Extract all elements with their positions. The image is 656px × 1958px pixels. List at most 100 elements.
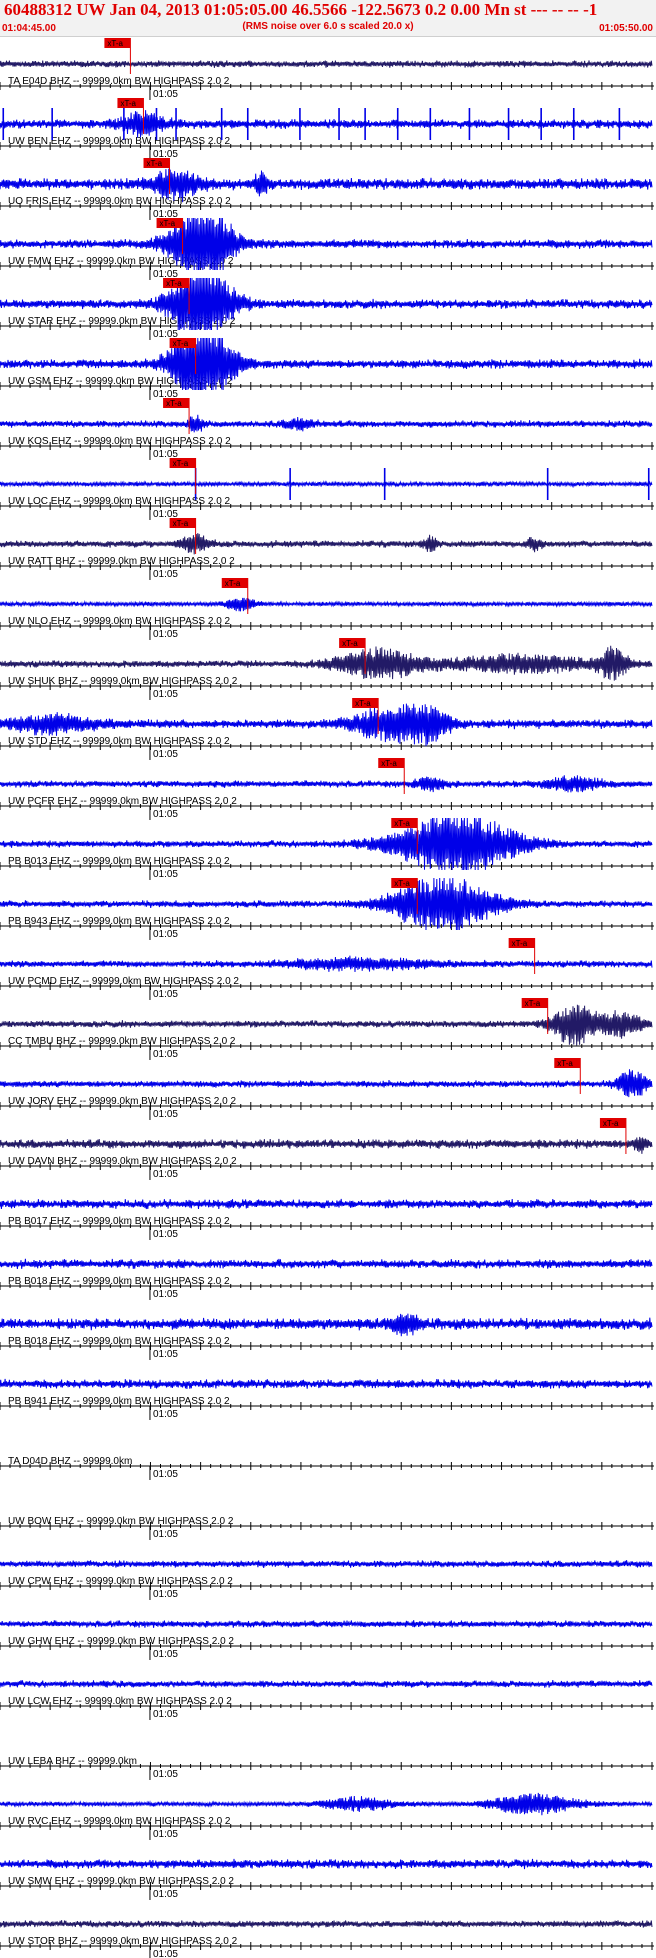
waveform [0,1378,653,1390]
minute-label: 01:05 [153,1829,178,1840]
minute-label: 01:05 [153,1709,178,1720]
trace-row: 01:05 UW STOR BHZ -- 99999.0km BW HIGHPAS… [0,1920,654,1958]
waveform [0,1258,653,1270]
trace-row: 01:05 UW RATT BHZ -- 99999.0km BW HIGHPAS… [0,518,654,580]
pick-label: xT-a [173,459,189,468]
channel-label: PB B018 EHZ -- 99999.0km BW HIGHPASS 2.0… [8,1336,230,1347]
minute-label: 01:05 [153,989,178,1000]
waveform [0,775,653,793]
channel-label: PB B018 EHZ -- 99999.0km BW HIGHPASS 2.0… [8,1276,230,1287]
trace-row: 01:05 PB B018 EHZ -- 99999.0km BW HIGHPAS… [0,1258,654,1300]
channel-label: UW CPW EHZ -- 99999.0km BW HIGHPASS 2.0 … [8,1576,233,1587]
waveform [0,1858,653,1870]
waveform [0,1792,653,1816]
minute-label: 01:05 [153,1769,178,1780]
waveform [0,1560,653,1568]
channel-label: UW DAVN BHZ -- 99999.0km BW HIGHPASS 2.0… [8,1156,237,1167]
channel-label: UW BOW EHZ -- 99999.0km BW HIGHPASS 2.0 … [8,1516,234,1527]
waveform [0,480,653,489]
waveform [0,110,653,138]
channel-label: UW PCMD EHZ -- 99999.0km BW HIGHPASS 2.0… [8,976,239,987]
channel-label: UO FRIS EHZ -- 99999.0km BW HIGHPASS 2.0… [8,196,231,207]
channel-label: UW PCFR EHZ -- 99999.0km BW HIGHPASS 2.0… [8,796,237,807]
trace-row: 01:05 UW GHW EHZ -- 99999.0km BW HIGHPASS… [0,1620,654,1660]
channel-label: UW SMW EHZ -- 99999.0km BW HIGHPASS 2.0 … [8,1876,234,1887]
minute-label: 01:05 [153,1289,178,1300]
trace-row: 01:05 UW JORV EHZ -- 99999.0km BW HIGHPAS… [0,1058,654,1120]
minute-label: 01:05 [153,1169,178,1180]
channel-label: PB B013 EHZ -- 99999.0km BW HIGHPASS 2.0… [8,856,230,867]
pick-label: xT-a [107,39,123,48]
trace-row: 01:05 TA E04D BHZ -- 99999.0km BW HIGHPAS… [0,38,654,100]
channel-label: UW STOR BHZ -- 99999.0km BW HIGHPASS 2.0… [8,1936,238,1947]
minute-label: 01:05 [153,569,178,580]
channel-label: UW JORV EHZ -- 99999.0km BW HIGHPASS 2.0… [8,1096,236,1107]
waveform [0,533,653,555]
trace-row: 01:05 PB B013 EHZ -- 99999.0km BW HIGHPAS… [0,817,654,880]
waveform [0,1198,653,1210]
minute-label: 01:05 [153,1529,178,1540]
trace-row: 01:05UW GSM EHZ -- 99999.0km BW HIGHPASS… [0,337,654,400]
trace-row: 01:05 UW BOW EHZ -- 99999.0km BW HIGHPASS… [0,1516,654,1540]
trace-row: 01:05UW STAR EHZ -- 99999.0km BW HIGHPAS… [0,277,654,340]
waveform [0,60,653,68]
channel-label: UW STD EHZ -- 99999.0km BW HIGHPASS 2.0 … [8,736,230,747]
pick-label: xT-a [166,399,182,408]
pick-label: xT-a [166,279,182,288]
trace-row: 01:05 UW LCW EHZ -- 99999.0km BW HIGHPASS… [0,1680,654,1720]
trace-row: 01:05 UW NLO EHZ -- 99999.0km BW HIGHPASS… [0,578,654,640]
minute-label: 01:05 [153,1469,178,1480]
channel-label: UW GHW EHZ -- 99999.0km BW HIGHPASS 2.0 … [8,1636,234,1647]
trace-row: 01:05 UW PCFR EHZ -- 99999.0km BW HIGHPAS… [0,758,654,820]
trace-row: 01:05UW BEN EHZ -- 99999.0km BW HIGHPASS… [0,98,654,160]
minute-label: 01:05 [153,1229,178,1240]
minute-label: 01:05 [153,749,178,760]
channel-label: UW KOS EHZ -- 99999.0km BW HIGHPASS 2.0 … [8,436,231,447]
header-bar: 60488312 UW Jan 04, 2013 01:05:05.00 46.… [0,0,656,37]
channel-label: PB B941 EHZ -- 99999.0km BW HIGHPASS 2.0… [8,1396,230,1407]
pick-label: xT-a [147,159,163,168]
pick-label: xT-a [173,519,189,528]
waveform [0,955,653,973]
waveform [0,1136,653,1154]
pick-label: xT-a [342,639,358,648]
minute-label: 01:05 [153,1589,178,1600]
waveform [0,1620,653,1628]
minute-label: 01:05 [153,89,178,100]
minute-label: 01:05 [153,1409,178,1420]
trace-row: 01:05 PB B017 EHZ -- 99999.0km BW HIGHPAS… [0,1198,654,1240]
channel-label: UW RATT BHZ -- 99999.0km BW HIGHPASS 2.0… [8,556,235,567]
trace-row: 01:05 UW LEBA BHZ -- 99999.0km [0,1756,654,1780]
trace-row: 01:05 TA D04D BHZ -- 99999.0km [0,1456,654,1480]
minute-label: 01:05 [153,809,178,820]
waveform [0,597,653,612]
trace-row: 01:05 UW STD EHZ -- 99999.0km BW HIGHPASS… [0,698,654,760]
seismogram-page: 60488312 UW Jan 04, 2013 01:05:05.00 46.… [0,0,656,1958]
trace-row: 01:05 UW DAVN BHZ -- 99999.0km BW HIGHPAS… [0,1118,654,1180]
waveform [0,1313,653,1337]
trace-row: 01:05 UW SHUK BHZ -- 99999.0km BW HIGHPAS… [0,638,654,700]
channel-label: UW SHUK BHZ -- 99999.0km BW HIGHPASS 2.0… [8,676,238,687]
trace-row: 01:05 UW CPW EHZ -- 99999.0km BW HIGHPASS… [0,1560,654,1600]
minute-label: 01:05 [153,929,178,940]
pick-label: xT-a [394,819,410,828]
pick-label: xT-a [512,939,528,948]
trace-panel: 01:05 TA E04D BHZ -- 99999.0km BW HIGHPAS… [0,38,654,1958]
channel-label: UW LCW EHZ -- 99999.0km BW HIGHPASS 2.0 … [8,1696,232,1707]
minute-label: 01:05 [153,1949,178,1958]
pick-label: xT-a [120,99,136,108]
channel-label: TA E04D BHZ -- 99999.0km BW HIGHPASS 2.0… [8,76,230,87]
waveform [0,1680,653,1688]
trace-row: 01:05UW FMW EHZ -- 99999.0km BW HIGHPASS… [0,217,654,280]
minute-label: 01:05 [153,1349,178,1360]
trace-row: 01:05 UW PCMD EHZ -- 99999.0km BW HIGHPAS… [0,938,654,1000]
channel-label: CC TMBU BHZ -- 99999.0km BW HIGHPASS 2.0… [8,1036,236,1047]
minute-label: 01:05 [153,1889,178,1900]
channel-label: PB B943 EHZ -- 99999.0km BW HIGHPASS 2.0… [8,916,230,927]
trace-row: 01:05 PB B943 EHZ -- 99999.0km BW HIGHPAS… [0,877,654,940]
pick-label: xT-a [557,1059,573,1068]
channel-label: UW BEN EHZ -- 99999.0km BW HIGHPASS 2.0 … [8,136,231,147]
trace-row: 01:05 UW RVC EHZ -- 99999.0km BW HIGHPASS… [0,1792,654,1840]
trace-row: 01:05UW LOC EHZ -- 99999.0km BW HIGHPASS… [0,458,654,520]
trace-row: 01:05 CC TMBU BHZ -- 99999.0km BW HIGHPAS… [0,998,654,1060]
